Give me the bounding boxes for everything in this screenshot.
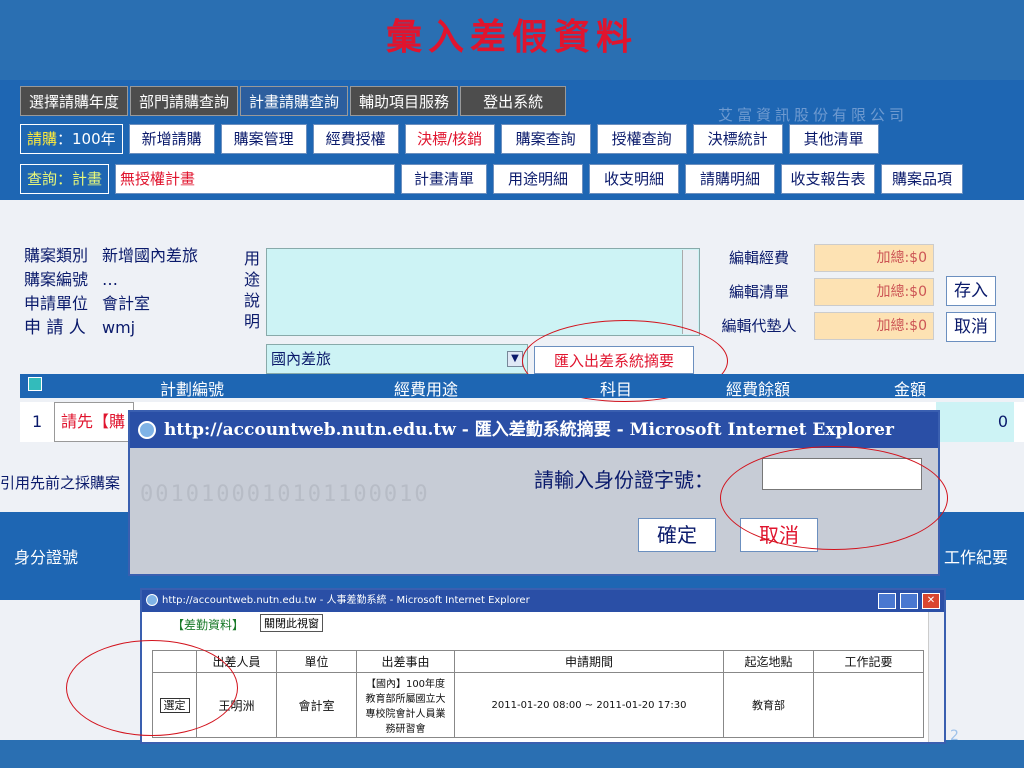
attendance-popup-window: http://accountweb.nutn.edu.tw - 人事差勤系統 -… <box>140 588 946 744</box>
id-number-header: 身分證號 <box>14 548 79 567</box>
highlight-circle <box>720 446 948 550</box>
dialog-titlebar: http://accountweb.nutn.edu.tw - 匯入差勤系統摘要… <box>130 412 938 448</box>
table-icon <box>28 377 42 391</box>
dialog-title: http://accountweb.nutn.edu.tw - 匯入差勤系統摘要… <box>164 420 894 440</box>
period-cell: 2011-01-20 08:00 ~ 2011-01-20 17:30 <box>454 672 724 738</box>
unit-cell: 會計室 <box>276 672 357 738</box>
col-amount: 金額 <box>894 380 927 399</box>
close-window-button[interactable]: 關閉此視窗 <box>260 614 323 632</box>
maximize-icon[interactable] <box>900 593 918 609</box>
slide-title: 彙入差假資料 <box>385 16 638 58</box>
field-label: 購案類別 <box>24 246 89 265</box>
total-list: 加總:$0 <box>814 278 934 306</box>
id-prompt-label: 請輸入身份證字號： <box>534 468 714 492</box>
purchase-toolbar: 請購：100年 新增請購 購案管理 經費授權 決標/核銷 購案查詢 授權查詢 決… <box>20 124 879 154</box>
col-subject: 科目 <box>600 380 633 399</box>
col-place: 起迄地點 <box>723 650 814 673</box>
purchase-year-label: 請購：100年 <box>20 124 123 154</box>
unit-value: 會計室 <box>102 294 151 313</box>
notes-cell <box>813 672 924 738</box>
query-plan-label: 查詢：計畫 <box>20 164 110 194</box>
award-stats-button[interactable]: 決標統計 <box>692 124 783 154</box>
row-amount: 0 <box>936 402 1014 442</box>
top-navigation: 選擇請購年度 部門請購查詢 計畫請購查詢 輔助項目服務 登出系統 <box>20 86 567 116</box>
total-advance: 加總:$0 <box>814 312 934 340</box>
tab-logout[interactable]: 登出系統 <box>460 86 567 116</box>
popup-title: http://accountweb.nutn.edu.tw - 人事差勤系統 -… <box>162 595 530 606</box>
award-writeoff-button[interactable]: 決標/核銷 <box>404 124 495 154</box>
usage-select[interactable]: 國內差旅 ▼ <box>266 344 528 374</box>
cancel-button[interactable]: 取消 <box>946 312 996 342</box>
tab-aux-services[interactable]: 輔助項目服務 <box>350 86 459 116</box>
binary-watermark: 0010100010101100010 <box>140 482 430 507</box>
col-period: 申請期間 <box>454 650 724 673</box>
applicant-value: wmj <box>102 318 136 337</box>
col-usage: 經費用途 <box>394 380 459 399</box>
ie-icon <box>146 594 158 606</box>
totals-column: 加總:$0 加總:$0 加總:$0 <box>814 244 934 340</box>
request-detail-button[interactable]: 請購明細 <box>685 164 776 194</box>
case-query-button[interactable]: 購案查詢 <box>500 124 591 154</box>
page-number: 2 <box>950 728 959 744</box>
budget-authorization-button[interactable]: 經費授權 <box>312 124 399 154</box>
tab-plan-query[interactable]: 計畫請購查詢 <box>240 86 349 116</box>
reference-previous-text: 引用先前之採購案 <box>0 474 121 492</box>
popup-titlebar: http://accountweb.nutn.edu.tw - 人事差勤系統 -… <box>142 590 944 612</box>
table-header: 計劃編號 經費用途 科目 經費餘額 金額 <box>20 374 1024 399</box>
col-plan-number: 計劃編號 <box>160 380 225 399</box>
income-expense-detail-button[interactable]: 收支明細 <box>589 164 680 194</box>
col-balance: 經費餘額 <box>726 380 791 399</box>
field-label: 申 請 人 <box>24 318 86 338</box>
form-values: 新增國內差旅 … 會計室 wmj <box>102 244 242 340</box>
work-notes-header: 工作紀要 <box>944 548 1009 567</box>
table-row: 選定 王明洲 會計室 【國內】100年度教育部所屬國立大專校院會計人員業務研習會… <box>152 672 924 738</box>
query-toolbar: 查詢：計畫 無授權計畫 計畫清單 用途明細 收支明細 請購明細 收支報告表 購案… <box>20 164 964 194</box>
case-items-button[interactable]: 購案品項 <box>881 164 964 194</box>
edit-buttons: 編輯經費 編輯清單 編輯代墊人 <box>712 244 806 340</box>
company-watermark: 艾富資訊股份有限公司 <box>718 106 909 124</box>
tab-dept-query[interactable]: 部門請購查詢 <box>130 86 239 116</box>
ie-icon <box>138 421 156 439</box>
ok-button[interactable]: 確定 <box>638 518 716 552</box>
usage-label: 用途說明 <box>244 249 261 331</box>
textarea-scrollbar[interactable] <box>682 250 698 334</box>
tab-select-year[interactable]: 選擇請購年度 <box>20 86 129 116</box>
col-unit: 單位 <box>276 650 357 673</box>
other-lists-button[interactable]: 其他清單 <box>788 124 879 154</box>
chevron-down-icon[interactable]: ▼ <box>507 351 523 367</box>
total-budget: 加總:$0 <box>814 244 934 272</box>
section-label: 【差勤資料】 <box>172 618 245 632</box>
save-button[interactable]: 存入 <box>946 276 996 306</box>
plan-value-field[interactable]: 無授權計畫 <box>115 164 396 194</box>
plan-list-button[interactable]: 計畫清單 <box>401 164 488 194</box>
close-icon[interactable]: ✕ <box>922 593 940 609</box>
minimize-icon[interactable] <box>878 593 896 609</box>
edit-list-button[interactable]: 編輯清單 <box>712 278 806 306</box>
new-request-button[interactable]: 新增請購 <box>128 124 215 154</box>
form-labels: 購案類別 購案編號 申請單位 申 請 人 <box>24 244 88 340</box>
usage-detail-button[interactable]: 用途明細 <box>493 164 584 194</box>
case-number-value: … <box>102 270 118 289</box>
attendance-table: 出差人員 單位 出差事由 申請期間 起迄地點 工作記要 選定 王明洲 會計室 【… <box>152 650 924 738</box>
edit-advance-button[interactable]: 編輯代墊人 <box>712 312 806 340</box>
id-input-dialog: http://accountweb.nutn.edu.tw - 匯入差勤系統摘要… <box>128 410 948 576</box>
report-button[interactable]: 收支報告表 <box>781 164 876 194</box>
edit-budget-button[interactable]: 編輯經費 <box>712 244 806 272</box>
col-notes: 工作記要 <box>813 650 924 673</box>
highlight-circle <box>66 640 238 736</box>
place-cell: 教育部 <box>723 672 814 738</box>
row-prompt: 請先【購 <box>54 402 134 442</box>
reason-cell: 【國內】100年度教育部所屬國立大專校院會計人員業務研習會 <box>356 672 455 738</box>
row-index: 1 <box>32 412 43 431</box>
field-label: 購案編號 <box>24 270 89 289</box>
authorization-query-button[interactable]: 授權查詢 <box>596 124 687 154</box>
popup-scrollbar[interactable] <box>928 612 944 742</box>
case-management-button[interactable]: 購案管理 <box>220 124 307 154</box>
category-value: 新增國內差旅 <box>102 246 199 265</box>
col-reason: 出差事由 <box>356 650 455 673</box>
field-label: 申請單位 <box>24 294 89 313</box>
